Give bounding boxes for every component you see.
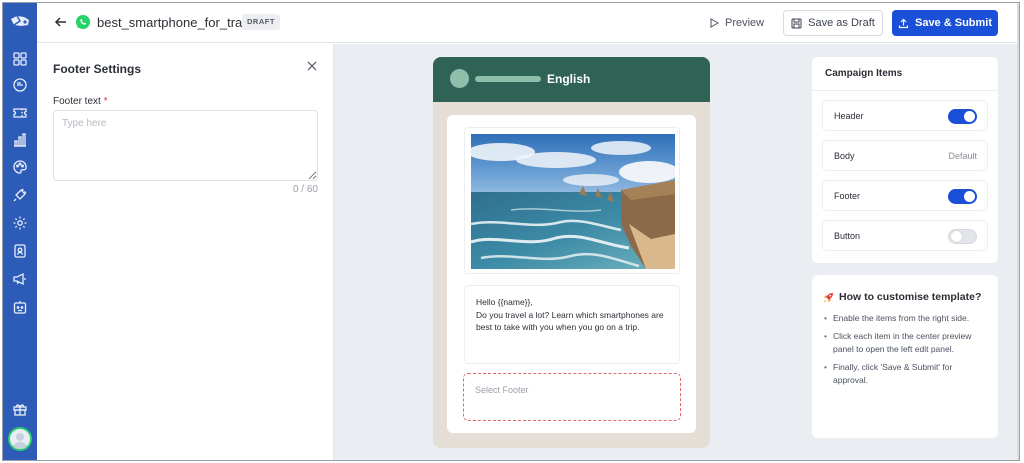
select-footer-placeholder[interactable]: Select Footer xyxy=(463,373,681,421)
save-submit-label: Save & Submit xyxy=(914,17,993,29)
preview-button[interactable]: Preview xyxy=(709,13,764,33)
save-submit-button[interactable]: Save & Submit xyxy=(892,10,998,36)
template-name: best_smartphone_for_travel xyxy=(97,15,259,30)
plug-icon[interactable] xyxy=(12,187,28,203)
status-badge: DRAFT xyxy=(242,14,280,30)
toggle-knob xyxy=(964,191,975,202)
default-label: Default xyxy=(948,151,977,161)
close-icon[interactable] xyxy=(306,60,318,72)
campaign-items-title: Campaign Items xyxy=(825,68,903,79)
message-card: Hello {{name}}, Do you travel a lot? Lea… xyxy=(447,115,696,433)
campaign-item-label: Header xyxy=(834,111,864,121)
how-to-step: Enable the items from the right side. xyxy=(824,312,988,325)
campaign-items-card: Campaign Items Header Body Default Foote… xyxy=(812,57,998,263)
footer-text-label: Footer text * xyxy=(53,96,108,107)
preview-button-label: Preview xyxy=(725,17,765,29)
button-toggle[interactable] xyxy=(948,229,977,244)
back-arrow-icon[interactable] xyxy=(53,14,69,30)
chat-bubble-icon[interactable] xyxy=(12,77,28,93)
how-to-step: Click each item in the center preview pa… xyxy=(824,330,988,356)
palette-icon[interactable] xyxy=(12,159,28,175)
contact-name-placeholder xyxy=(475,76,541,82)
how-to-card: How to customise template? Enable the it… xyxy=(812,275,998,438)
divider xyxy=(812,90,998,91)
contacts-book-icon[interactable] xyxy=(12,243,28,259)
toggle-knob xyxy=(951,231,962,242)
how-to-title: How to customise template? xyxy=(823,291,981,303)
required-mark: * xyxy=(103,96,108,107)
rocket-icon xyxy=(823,292,833,302)
sidebar xyxy=(3,3,37,460)
chat-header: English xyxy=(433,57,710,102)
analytics-bar-icon[interactable] xyxy=(12,132,28,148)
campaign-item-header: Header xyxy=(822,100,988,131)
save-draft-button[interactable]: Save as Draft xyxy=(783,10,883,36)
footer-toggle[interactable] xyxy=(948,189,977,204)
header-toggle[interactable] xyxy=(948,109,977,124)
message-body[interactable]: Hello {{name}}, Do you travel a lot? Lea… xyxy=(464,285,680,364)
how-to-step: Finally, click 'Save & Submit' for appro… xyxy=(824,361,988,387)
campaign-item-button: Button xyxy=(822,220,988,251)
ticket-icon[interactable] xyxy=(12,105,28,121)
campaign-item-footer: Footer xyxy=(822,180,988,211)
campaign-item-label: Button xyxy=(834,231,861,241)
bot-icon[interactable] xyxy=(12,299,28,315)
top-bar: best_smartphone_for_travel DRAFT Preview… xyxy=(37,3,1019,43)
whatsapp-icon xyxy=(76,15,90,29)
how-to-steps: Enable the items from the right side. Cl… xyxy=(824,312,988,392)
header-image[interactable] xyxy=(464,127,680,274)
user-avatar[interactable] xyxy=(8,427,32,451)
body-line-greeting: Hello {{name}}, xyxy=(476,297,533,307)
campaign-item-label: Footer xyxy=(834,191,861,201)
whatsapp-preview: English Hello {{name}}, Do you travel a … xyxy=(433,57,710,448)
coastline-photo xyxy=(471,134,675,269)
campaign-item-label: Body xyxy=(834,151,855,161)
campaign-item-body: Body Default xyxy=(822,140,988,171)
how-to-title-text: How to customise template? xyxy=(839,291,982,303)
body-line-text: Do you travel a lot? Learn which smartph… xyxy=(476,309,664,333)
gift-icon[interactable] xyxy=(12,401,28,417)
character-counter: 0 / 60 xyxy=(292,184,318,195)
app-window: best_smartphone_for_travel DRAFT Preview… xyxy=(2,2,1020,461)
toggle-knob xyxy=(964,111,975,122)
floppy-disk-icon xyxy=(791,18,802,28)
footer-text-label-text: Footer text xyxy=(53,96,101,107)
contact-avatar xyxy=(450,69,469,88)
brand-logo-icon[interactable] xyxy=(9,13,31,29)
footer-text-input[interactable] xyxy=(53,110,318,181)
panel-title: Footer Settings xyxy=(53,62,142,76)
preview-language: English xyxy=(547,72,591,86)
settings-gear-icon[interactable] xyxy=(12,215,28,231)
dashboard-grid-icon[interactable] xyxy=(12,51,28,67)
play-icon xyxy=(710,18,719,28)
right-panel: Campaign Items Header Body Default Foote… xyxy=(808,44,1019,460)
upload-icon xyxy=(898,18,909,28)
footer-settings-panel: Footer Settings Footer text * 0 / 60 xyxy=(37,44,334,460)
preview-area: English Hello {{name}}, Do you travel a … xyxy=(334,44,808,460)
save-draft-label: Save as Draft xyxy=(808,17,875,29)
campaign-megaphone-icon[interactable] xyxy=(12,271,28,287)
window-scrollbar[interactable] xyxy=(1017,3,1019,460)
